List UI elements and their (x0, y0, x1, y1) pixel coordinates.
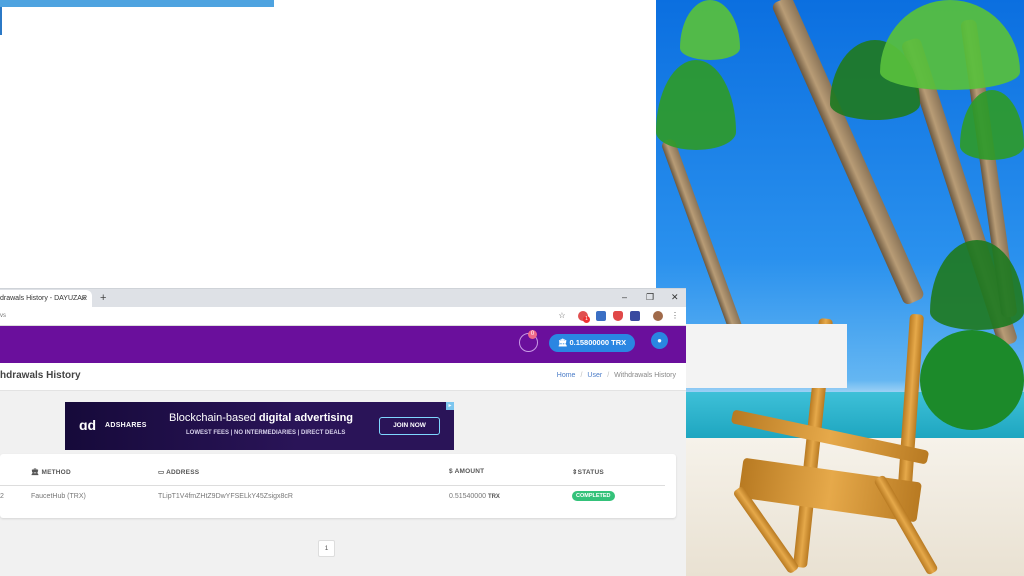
breadcrumb: Home / User / Withdrawals History (557, 363, 676, 389)
blank-window-strip (0, 0, 274, 7)
card-icon: ▭ (158, 469, 167, 476)
blank-window (0, 0, 656, 290)
page-header: hdrawals History Home / User / Withdrawals H… (0, 363, 686, 391)
ad-join-button[interactable]: JOIN NOW (379, 417, 440, 435)
extension-icon[interactable] (630, 311, 640, 321)
grey-panel (686, 324, 847, 388)
row-amount: 0.51540000 TRX (449, 493, 500, 500)
palm-frond (930, 240, 1024, 330)
bank-icon: 🏛 (31, 469, 42, 476)
url-text[interactable]: vs (0, 307, 6, 326)
address-bar[interactable]: vs ☆ 1 ⋮ (0, 307, 686, 326)
palm-frond (960, 90, 1024, 160)
shield-icon[interactable] (613, 311, 623, 321)
adshares-logo-icon: ɑd (79, 417, 97, 433)
close-tab-icon[interactable]: × (81, 290, 86, 308)
page-title: hdrawals History (0, 370, 81, 381)
breadcrumb-separator: / (580, 372, 583, 379)
close-window-button[interactable]: ✕ (671, 289, 679, 306)
balance-value: 0.15800000 TRX (569, 338, 627, 347)
ad-subline: LOWEST FEES | NO INTERMEDIARIES | DIRECT… (186, 430, 346, 436)
tab-title: drawals History - DAYUZAR (0, 295, 87, 302)
browser-window: drawals History - DAYUZAR × + – ❐ ✕ vs ☆… (0, 288, 686, 576)
breadcrumb-home[interactable]: Home (557, 372, 576, 379)
table-divider (0, 485, 665, 486)
new-tab-button[interactable]: + (100, 289, 106, 307)
star-icon[interactable]: ☆ (557, 311, 567, 321)
user-icon[interactable]: ● (651, 332, 668, 349)
withdrawals-table: 🏛 METHOD ▭ ADDRESS $ AMOUNT ⇕STATUS 2 Fa… (0, 454, 676, 518)
breadcrumb-user[interactable]: User (587, 372, 602, 379)
row-method: FaucetHub (TRX) (31, 493, 86, 500)
profile-avatar[interactable] (653, 311, 663, 321)
extension-icon[interactable] (596, 311, 606, 321)
tab-bar: drawals History - DAYUZAR × + – ❐ ✕ (0, 288, 686, 308)
status-badge: COMPLETED (572, 491, 615, 501)
breadcrumb-current: Withdrawals History (614, 372, 676, 379)
row-id: 2 (0, 493, 4, 500)
browser-tab[interactable]: drawals History - DAYUZAR × (0, 290, 92, 308)
minimize-button[interactable]: – (622, 289, 627, 306)
site-navbar: 0 🏛 0.15800000 TRX ● (0, 326, 686, 363)
column-status[interactable]: ⇕STATUS (572, 468, 604, 476)
adchoices-icon[interactable]: ▸ (446, 402, 454, 410)
notification-badge: 0 (528, 330, 537, 339)
column-address[interactable]: ▭ ADDRESS (158, 468, 199, 476)
wallpaper-bush (920, 330, 1024, 430)
pagination-page-1[interactable]: 1 (318, 540, 335, 557)
blank-window-edge (0, 7, 2, 35)
row-address: TLipT1V4fmZHtZ9DwYFSELkY45Zsigx8cR (158, 493, 293, 500)
column-method[interactable]: 🏛 METHOD (31, 468, 71, 476)
ad-banner[interactable]: ɑd ADSHARES Blockchain-based digital adv… (65, 402, 454, 450)
breadcrumb-separator: / (607, 372, 610, 379)
palm-frond (880, 0, 1020, 90)
ad-headline: Blockchain-based digital advertising (169, 412, 354, 424)
menu-icon[interactable]: ⋮ (670, 311, 680, 321)
column-amount[interactable]: $ AMOUNT (449, 468, 484, 475)
extension-badge: 1 (583, 316, 590, 323)
restore-button[interactable]: ❐ (646, 289, 654, 306)
balance-button[interactable]: 🏛 0.15800000 TRX (549, 334, 635, 352)
palm-frond (680, 0, 740, 60)
palm-frond (656, 60, 736, 150)
ad-brand: ADSHARES (105, 422, 147, 429)
bank-icon: 🏛 (557, 338, 570, 347)
